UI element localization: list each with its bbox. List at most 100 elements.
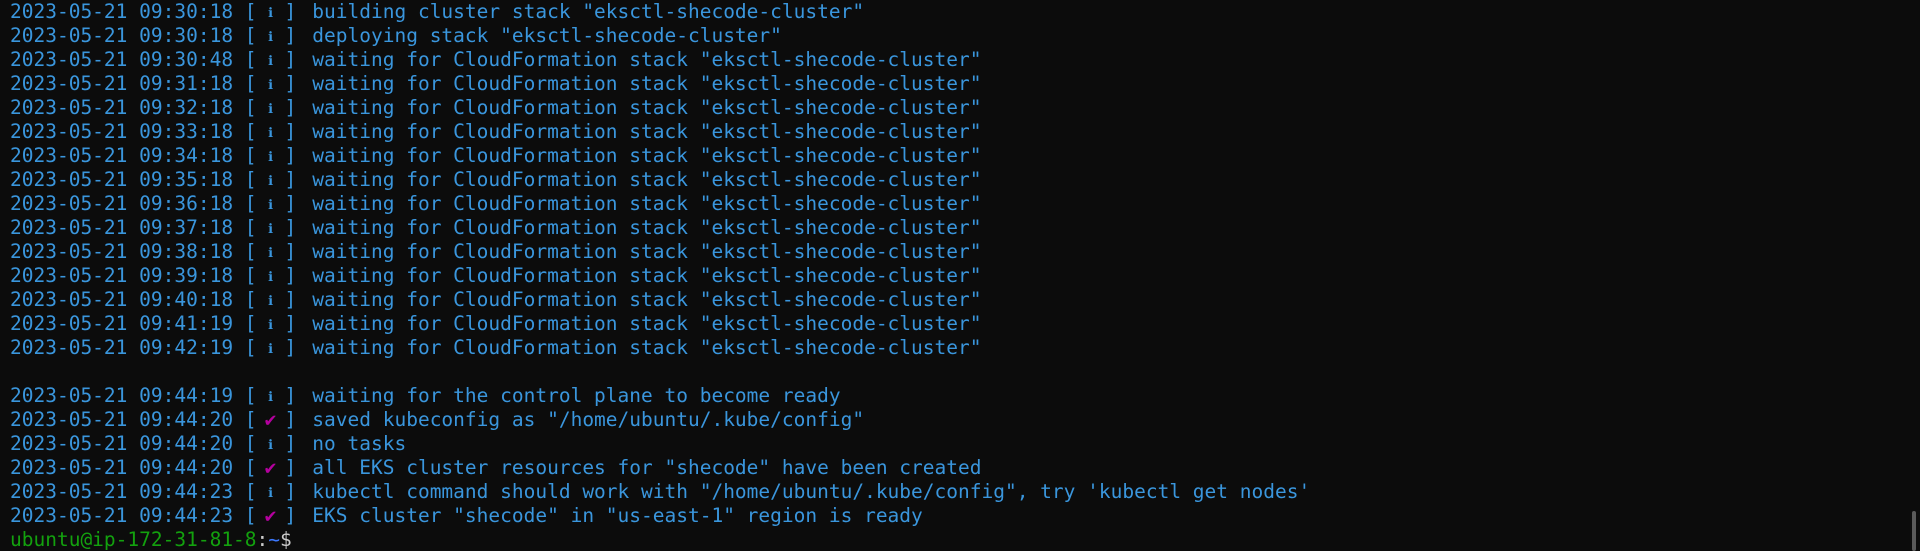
scrollbar-thumb[interactable] [1912,511,1916,551]
log-message: waiting for CloudFormation stack "eksctl… [312,216,982,239]
bracket-open: [ [233,96,257,119]
log-line: 2023-05-21 09:44:23 [✔] EKS cluster "shec… [10,504,1906,528]
checkmark-icon: ✔ [264,408,277,431]
bracket-close: ] [284,192,297,215]
bracket-close: ] [284,480,297,503]
bracket-close: ] [284,48,297,71]
log-line: 2023-05-21 09:33:18 [ℹ] waiting for Cloud… [10,120,1906,144]
log-timestamp: 2023-05-21 09:44:19 [10,384,234,407]
log-timestamp: 2023-05-21 09:44:20 [10,408,234,431]
log-line: 2023-05-21 09:31:18 [ℹ] waiting for Cloud… [10,72,1906,96]
bracket-close: ] [284,96,297,119]
bracket-open: [ [233,480,257,503]
log-message: no tasks [312,432,407,455]
log-message: kubectl command should work with "/home/… [312,480,1311,503]
log-message: waiting for CloudFormation stack "eksctl… [312,192,982,215]
info-icon: ℹ [268,174,274,189]
log-message: waiting for CloudFormation stack "eksctl… [312,312,982,335]
log-message: waiting for CloudFormation stack "eksctl… [312,144,982,167]
log-line: 2023-05-21 09:39:18 [ ℹ] waiting for Cloud… [10,264,1906,288]
bracket-open: [ [233,72,257,95]
info-icon: ℹ [268,30,274,45]
bracket-close: ] [284,72,297,95]
scrollbar[interactable] [1910,0,1916,551]
log-line: 2023-05-21 09:30:48 [ℹ] waiting for Cloud… [10,48,1906,72]
bracket-close: ] [284,312,297,335]
log-line: 2023-05-21 09:44:20 [ ✔] saved kubeconfig … [10,408,1906,432]
bracket-close: ] [284,240,297,263]
log-message: waiting for CloudFormation stack "eksctl… [312,72,982,95]
log-line: 2023-05-21 09:37:18 [ℹ] waiting for Cloud… [10,216,1906,240]
terminal-window[interactable]: 2023-05-21 09:30:18 [ ℹ] building cluster … [0,0,1920,551]
log-timestamp: 2023-05-21 09:42:19 [10,336,234,359]
bracket-close: ] [284,456,297,479]
log-line: 2023-05-21 09:34:18 [ℹ] waiting for Cloud… [10,144,1906,168]
bracket-open: [ [233,432,257,455]
bracket-open: [ [233,312,257,335]
bracket-close: ] [284,408,297,431]
bracket-open: [ [233,264,257,287]
log-timestamp: 2023-05-21 09:33:18 [10,120,234,143]
bracket-open: [ [233,336,257,359]
bracket-open: [ [233,408,257,431]
bracket-open: [ [233,0,257,23]
info-icon: ℹ [268,246,274,261]
info-icon: ℹ [268,390,274,405]
log-timestamp: 2023-05-21 09:34:18 [10,144,234,167]
bracket-close: ] [284,432,297,455]
bracket-open: [ [233,504,257,527]
log-message: saved kubeconfig as "/home/ubuntu/.kube/… [312,408,865,431]
bracket-open: [ [233,240,257,263]
log-timestamp: 2023-05-21 09:40:18 [10,288,234,311]
info-icon: ℹ [268,270,274,285]
text-cursor[interactable] [292,529,303,549]
log-timestamp: 2023-05-21 09:30:18 [10,24,234,47]
log-message: waiting for CloudFormation stack "eksctl… [312,264,982,287]
log-line: 2023-05-21 09:38:18 [ℹ] waiting for Cloud… [10,240,1906,264]
log-timestamp: 2023-05-21 09:32:18 [10,96,234,119]
log-line: 2023-05-21 09:32:18 [ℹ] waiting for Cloud… [10,96,1906,120]
info-icon: ℹ [268,6,274,21]
bracket-close: ] [284,0,297,23]
log-timestamp: 2023-05-21 09:36:18 [10,192,234,215]
prompt-path: ~ [268,528,281,551]
log-timestamp: 2023-05-21 09:44:23 [10,480,234,503]
log-timestamp: 2023-05-21 09:35:18 [10,168,234,191]
log-timestamp: 2023-05-21 09:38:18 [10,240,234,263]
info-icon: ℹ [268,438,274,453]
log-message: waiting for CloudFormation stack "eksctl… [312,96,982,119]
bracket-close: ] [284,168,297,191]
prompt-symbol: $ [280,528,292,551]
bracket-close: ] [284,288,297,311]
log-message: EKS cluster "shecode" in "us-east-1" reg… [312,504,923,527]
log-line: 2023-05-21 09:30:18 [ℹ] deploying stack "… [10,24,1906,48]
bracket-open: [ [233,288,257,311]
info-icon: ℹ [268,126,274,141]
log-timestamp: 2023-05-21 09:44:20 [10,456,234,479]
info-icon: ℹ [268,294,274,309]
log-message: building cluster stack "eksctl-shecode-c… [312,0,865,23]
checkmark-icon: ✔ [264,456,277,479]
log-line: 2023-05-21 09:42:19 [ℹ] waiting for Cloud… [10,336,1906,360]
log-message: waiting for CloudFormation stack "eksctl… [312,336,982,359]
log-message: all EKS cluster resources for "shecode" … [312,456,982,479]
info-icon: ℹ [268,318,274,333]
log-line: 2023-05-21 09:35:18 [ℹ] waiting for Cloud… [10,168,1906,192]
bracket-open: [ [233,144,257,167]
shell-prompt[interactable]: ubuntu@ip-172-31-81-8:~$ [10,528,1906,551]
info-icon: ℹ [268,486,274,501]
log-timestamp: 2023-05-21 09:41:19 [10,312,234,335]
bracket-close: ] [284,264,297,287]
bracket-close: ] [284,120,297,143]
info-icon: ℹ [268,198,274,213]
log-timestamp: 2023-05-21 09:44:20 [10,432,234,455]
bracket-open: [ [233,192,257,215]
bracket-open: [ [233,216,257,239]
bracket-close: ] [284,216,297,239]
log-timestamp: 2023-05-21 09:31:18 [10,72,234,95]
log-timestamp: 2023-05-21 09:39:18 [10,264,234,287]
bracket-open: [ [233,120,257,143]
log-timestamp: 2023-05-21 09:37:18 [10,216,234,239]
log-timestamp: 2023-05-21 09:44:23 [10,504,234,527]
